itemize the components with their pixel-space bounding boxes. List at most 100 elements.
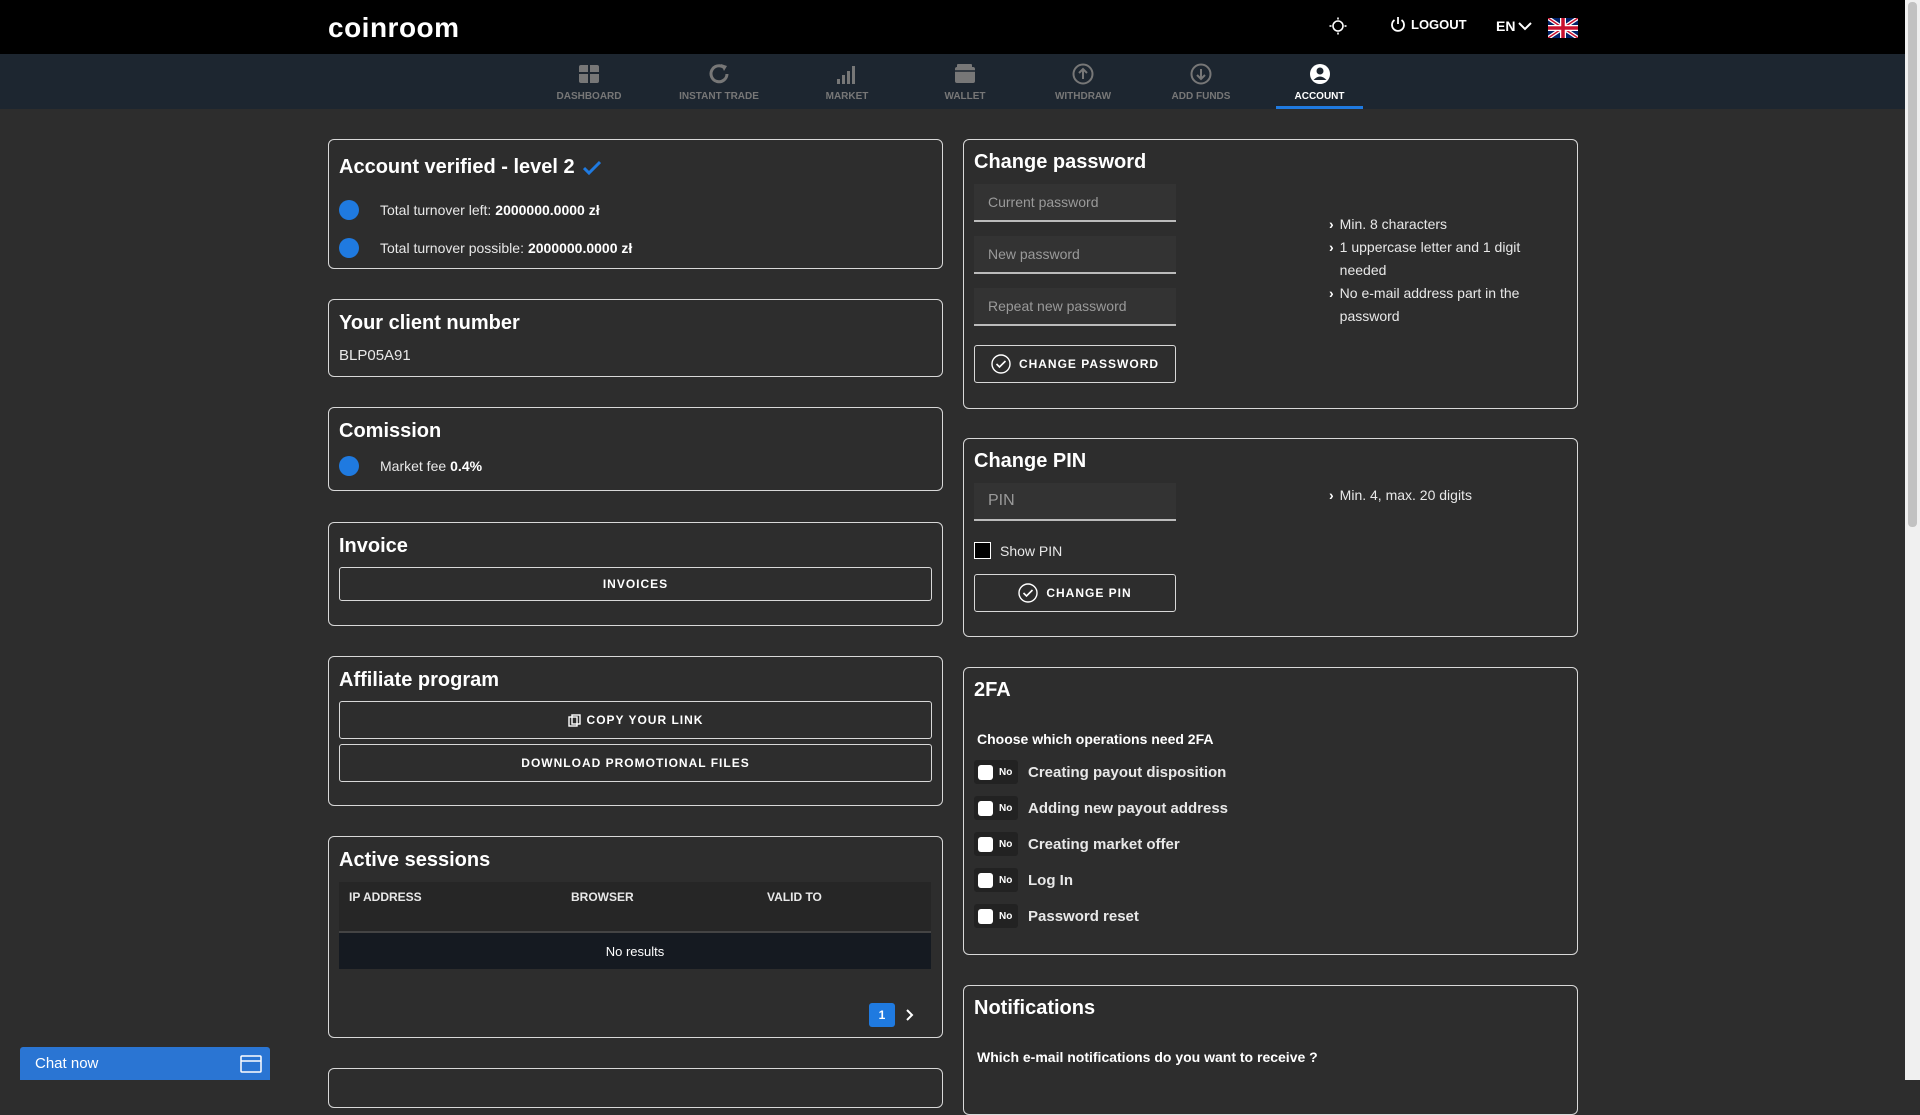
- col-valid-to[interactable]: VALID TO: [757, 882, 931, 932]
- twofa-subtitle: Choose which operations need 2FA: [977, 731, 1214, 747]
- cookie-icon: [339, 200, 359, 220]
- nav-wallet[interactable]: WALLET: [925, 54, 1005, 109]
- page-1-button[interactable]: 1: [869, 1003, 895, 1027]
- twofa-row-market-offer: No Creating market offer: [974, 832, 1180, 856]
- next-card: [328, 1068, 943, 1108]
- chevron-down-icon: [1518, 22, 1533, 31]
- twofa-operation-label: Password reset: [1028, 907, 1139, 925]
- notifications-card: Notifications Which e-mail notifications…: [963, 985, 1578, 1115]
- verification-title: Account verified - level 2: [339, 156, 575, 178]
- check-circle-icon: [991, 354, 1011, 374]
- pin-hint: Min. 4, max. 20 digits: [1329, 484, 1539, 507]
- twofa-toggle[interactable]: No: [974, 796, 1018, 820]
- nav-dashboard[interactable]: DASHBOARD: [549, 54, 629, 109]
- password-hint: Min. 8 characters: [1329, 213, 1539, 236]
- power-icon: [1391, 17, 1405, 32]
- copy-link-button[interactable]: COPY YOUR LINK: [339, 701, 932, 739]
- pin-input[interactable]: [974, 483, 1176, 519]
- uk-flag-icon[interactable]: [1548, 18, 1578, 38]
- twofa-operation-label: Adding new payout address: [1028, 799, 1229, 817]
- new-password-input[interactable]: [974, 236, 1176, 272]
- market-fee-label: Market fee: [380, 458, 447, 474]
- coinroom-logo[interactable]: coinroom: [328, 12, 460, 44]
- client-number-title: Your client number: [339, 312, 520, 334]
- twofa-toggle[interactable]: No: [974, 832, 1018, 856]
- nav-market[interactable]: MARKET: [807, 54, 887, 109]
- invoices-button[interactable]: INVOICES: [339, 567, 932, 601]
- check-icon: [582, 160, 601, 175]
- scrollbar-thumb[interactable]: [1908, 2, 1917, 527]
- nav-withdraw[interactable]: WITHDRAW: [1043, 54, 1123, 109]
- current-password-input[interactable]: [974, 184, 1176, 220]
- nav-add-funds-label: ADD FUNDS: [1171, 91, 1231, 102]
- language-label: EN: [1496, 18, 1516, 34]
- change-password-button[interactable]: CHANGE PASSWORD: [974, 345, 1176, 383]
- show-pin-row[interactable]: Show PIN: [974, 542, 1062, 559]
- nav-account-label: ACCOUNT: [1294, 91, 1345, 102]
- commission-card: Comission Market fee 0.4%: [328, 407, 943, 491]
- password-hints: Min. 8 characters 1 uppercase letter and…: [1329, 213, 1539, 328]
- arrow-up-circle-icon: [1072, 63, 1094, 85]
- nav-withdraw-label: WITHDRAW: [1054, 91, 1112, 102]
- chat-now-label: Chat now: [35, 1055, 99, 1072]
- chat-now-widget[interactable]: Chat now: [20, 1047, 270, 1080]
- wallet-icon: [955, 64, 975, 83]
- change-pin-button[interactable]: CHANGE PIN: [974, 574, 1176, 612]
- affiliate-title: Affiliate program: [339, 669, 500, 691]
- col-ip-address[interactable]: IP ADDRESS: [339, 882, 561, 932]
- download-promotional-files-button[interactable]: DOWNLOAD PROMOTIONAL FILES: [339, 744, 932, 782]
- nav-instant-trade[interactable]: INSTANT TRADE: [674, 54, 764, 109]
- repeat-password-field[interactable]: [974, 288, 1176, 326]
- no-results-text: No results: [339, 931, 931, 969]
- nav-instant-trade-label: INSTANT TRADE: [679, 91, 759, 102]
- twofa-toggle[interactable]: No: [974, 760, 1018, 784]
- twofa-row-payout-disposition: No Creating payout disposition: [974, 760, 1226, 784]
- verification-title-row: Account verified - level 2: [339, 156, 601, 179]
- nav-wallet-label: WALLET: [944, 91, 986, 102]
- active-sessions-title: Active sessions: [339, 849, 491, 871]
- active-sessions-card: Active sessions IP ADDRESS BROWSER VALID…: [328, 836, 943, 1038]
- copy-icon: [567, 713, 581, 727]
- refresh-icon: [709, 64, 729, 84]
- turnover-left-value: 2000000.0000 zł: [495, 202, 600, 218]
- pin-hints: Min. 4, max. 20 digits: [1329, 484, 1539, 507]
- new-password-field[interactable]: [974, 236, 1176, 274]
- affiliate-card: Affiliate program COPY YOUR LINK DOWNLOA…: [328, 656, 943, 806]
- market-fee-value: 0.4%: [450, 458, 483, 474]
- logout-label: LOGOUT: [1411, 16, 1467, 32]
- pagination: 1: [869, 1003, 915, 1027]
- client-number-value: BLP05A91: [339, 347, 411, 364]
- logout-button[interactable]: LOGOUT: [1390, 16, 1467, 32]
- account-page: Account verified - level 2 Total turnove…: [0, 109, 1905, 1115]
- top-bar: coinroom LOGOUT EN: [0, 0, 1905, 54]
- language-select[interactable]: EN: [1496, 18, 1533, 34]
- change-password-label: CHANGE PASSWORD: [1018, 357, 1160, 371]
- turnover-possible-label: Total turnover possible:: [380, 240, 524, 256]
- nav-account[interactable]: ACCOUNT: [1276, 54, 1363, 109]
- table-row: No results: [339, 931, 931, 969]
- invoice-title: Invoice: [339, 535, 408, 557]
- user-circle-icon: [1309, 64, 1330, 84]
- password-hint: No e-mail address part in the password: [1329, 282, 1539, 328]
- pin-field[interactable]: [974, 483, 1176, 521]
- current-password-field[interactable]: [974, 184, 1176, 222]
- twofa-title: 2FA: [974, 679, 1011, 701]
- col-browser[interactable]: BROWSER: [561, 882, 757, 932]
- twofa-row-payout-address: No Adding new payout address: [974, 796, 1228, 820]
- show-pin-checkbox[interactable]: [974, 542, 991, 559]
- chat-window-icon: [240, 1054, 262, 1073]
- cookie-icon: [339, 238, 359, 258]
- nav-add-funds[interactable]: ADD FUNDS: [1160, 54, 1242, 109]
- turnover-left-row: Total turnover left: 2000000.0000 zł: [339, 200, 600, 220]
- signal-bars-icon: [837, 66, 855, 84]
- main-nav: DASHBOARD INSTANT TRADE MARKET WALLET WI…: [0, 54, 1905, 109]
- commission-title: Comission: [339, 420, 442, 442]
- twofa-toggle[interactable]: No: [974, 904, 1018, 928]
- chevron-right-icon[interactable]: [905, 1009, 915, 1021]
- theme-toggle-icon[interactable]: [1328, 17, 1348, 37]
- repeat-password-input[interactable]: [974, 288, 1176, 324]
- twofa-operation-label: Creating payout disposition: [1028, 763, 1227, 781]
- twofa-toggle[interactable]: No: [974, 868, 1018, 892]
- client-number-card: Your client number BLP05A91: [328, 299, 943, 377]
- change-pin-card: Change PIN Show PIN CHANGE PIN Min. 4, m…: [963, 438, 1578, 637]
